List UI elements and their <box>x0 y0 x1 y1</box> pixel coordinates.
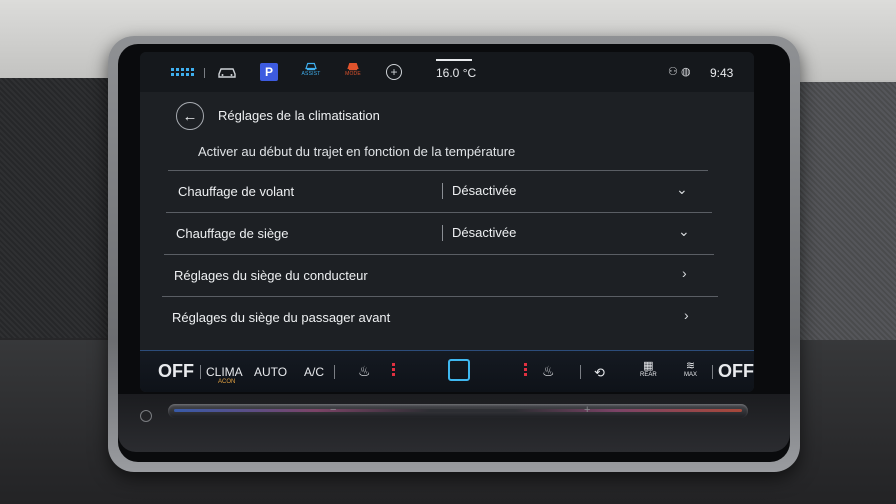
clima-button[interactable]: CLIMA <box>206 365 243 379</box>
right-seat-heat-icon[interactable]: ♨ <box>542 363 555 380</box>
setting-label: Chauffage de volant <box>178 184 295 199</box>
setting-row-steering-heat[interactable]: Chauffage de volant Désactivée ⌄ <box>168 170 708 211</box>
setting-row-seat-heat[interactable]: Chauffage de siège Désactivée ⌄ <box>166 212 712 253</box>
left-seat-heat-icon[interactable]: ♨ <box>358 363 371 380</box>
page-header: ← Réglages de la climatisation <box>140 96 754 136</box>
parking-icon[interactable]: P <box>260 63 278 81</box>
rear-label: REAR <box>640 372 657 378</box>
globe-icon[interactable]: ◍ <box>681 66 691 78</box>
max-label: MAX <box>684 372 698 378</box>
auto-button[interactable]: AUTO <box>254 365 287 379</box>
bar-divider <box>712 365 713 379</box>
rear-defrost-button[interactable]: ▦ REAR <box>640 359 657 378</box>
add-circle-icon[interactable]: + <box>386 64 402 80</box>
outside-temperature: 16.0 °C <box>436 66 477 80</box>
driver-profile-icon[interactable]: ⚇ <box>668 66 678 78</box>
setting-label: Réglages du siège du passager avant <box>172 310 391 325</box>
climate-control-bar: OFF CLIMA ACON AUTO A/C ♨ ♨ ⟲ ▦ REAR ≋ MAX… <box>140 350 754 392</box>
arrow-left-icon: ← <box>182 107 198 125</box>
clock: 9:43 <box>710 66 734 80</box>
mode-icon[interactable]: MODE <box>340 61 366 77</box>
status-bar: P ASSIST MODE + 16.0 °C ⚇ ◍ 9:43 <box>140 52 754 92</box>
minus-icon[interactable]: − <box>330 404 336 416</box>
left-off-button[interactable]: OFF <box>158 361 194 382</box>
row-divider <box>442 183 443 199</box>
assist-label: ASSIST <box>301 71 321 77</box>
right-heat-level-icon <box>524 363 527 378</box>
mode-label: MODE <box>345 71 361 77</box>
grid-apps-icon[interactable] <box>170 64 196 80</box>
chevron-down-icon[interactable]: ⌄ <box>678 223 690 240</box>
chevron-right-icon[interactable]: › <box>682 265 687 281</box>
plus-icon[interactable]: + <box>584 404 590 416</box>
bar-divider <box>200 365 201 379</box>
row-divider <box>442 225 443 241</box>
left-heat-level-icon <box>392 363 395 378</box>
recirculation-icon[interactable]: ⟲ <box>594 365 605 381</box>
setting-row-passenger-seat[interactable]: Réglages du siège du passager avant › <box>162 296 718 337</box>
bar-divider <box>334 365 335 379</box>
right-off-button[interactable]: OFF <box>718 361 754 382</box>
center-menu-button[interactable] <box>448 359 470 381</box>
temperature-slider[interactable] <box>168 404 748 418</box>
setting-label: Chauffage de siège <box>176 226 289 241</box>
assist-icon[interactable]: ASSIST <box>298 61 324 77</box>
section-subtitle: Activer au début du trajet en fonction d… <box>198 144 516 159</box>
ac-button[interactable]: A/C <box>304 365 324 379</box>
max-defrost-button[interactable]: ≋ MAX <box>684 359 697 378</box>
bar-divider <box>580 365 581 379</box>
setting-value[interactable]: Désactivée <box>452 183 516 198</box>
setting-row-driver-seat[interactable]: Réglages du siège du conducteur › <box>164 254 714 295</box>
setting-label: Réglages du siège du conducteur <box>174 268 368 283</box>
power-icon[interactable] <box>140 410 152 422</box>
status-divider <box>204 68 205 78</box>
right-speaker-grille <box>786 82 896 342</box>
chevron-down-icon[interactable]: ⌄ <box>676 181 688 198</box>
setting-value[interactable]: Désactivée <box>452 225 516 240</box>
temperature-indicator-line <box>436 59 472 61</box>
chevron-right-icon[interactable]: › <box>684 307 689 323</box>
page-title: Réglages de la climatisation <box>218 108 380 123</box>
car-icon[interactable] <box>216 64 238 80</box>
infotainment-screen: P ASSIST MODE + 16.0 °C ⚇ ◍ 9:43 ← Régla… <box>140 52 754 392</box>
display-chin <box>118 394 790 452</box>
clima-sub-label: ACON <box>218 379 236 385</box>
back-button[interactable]: ← <box>176 102 204 130</box>
